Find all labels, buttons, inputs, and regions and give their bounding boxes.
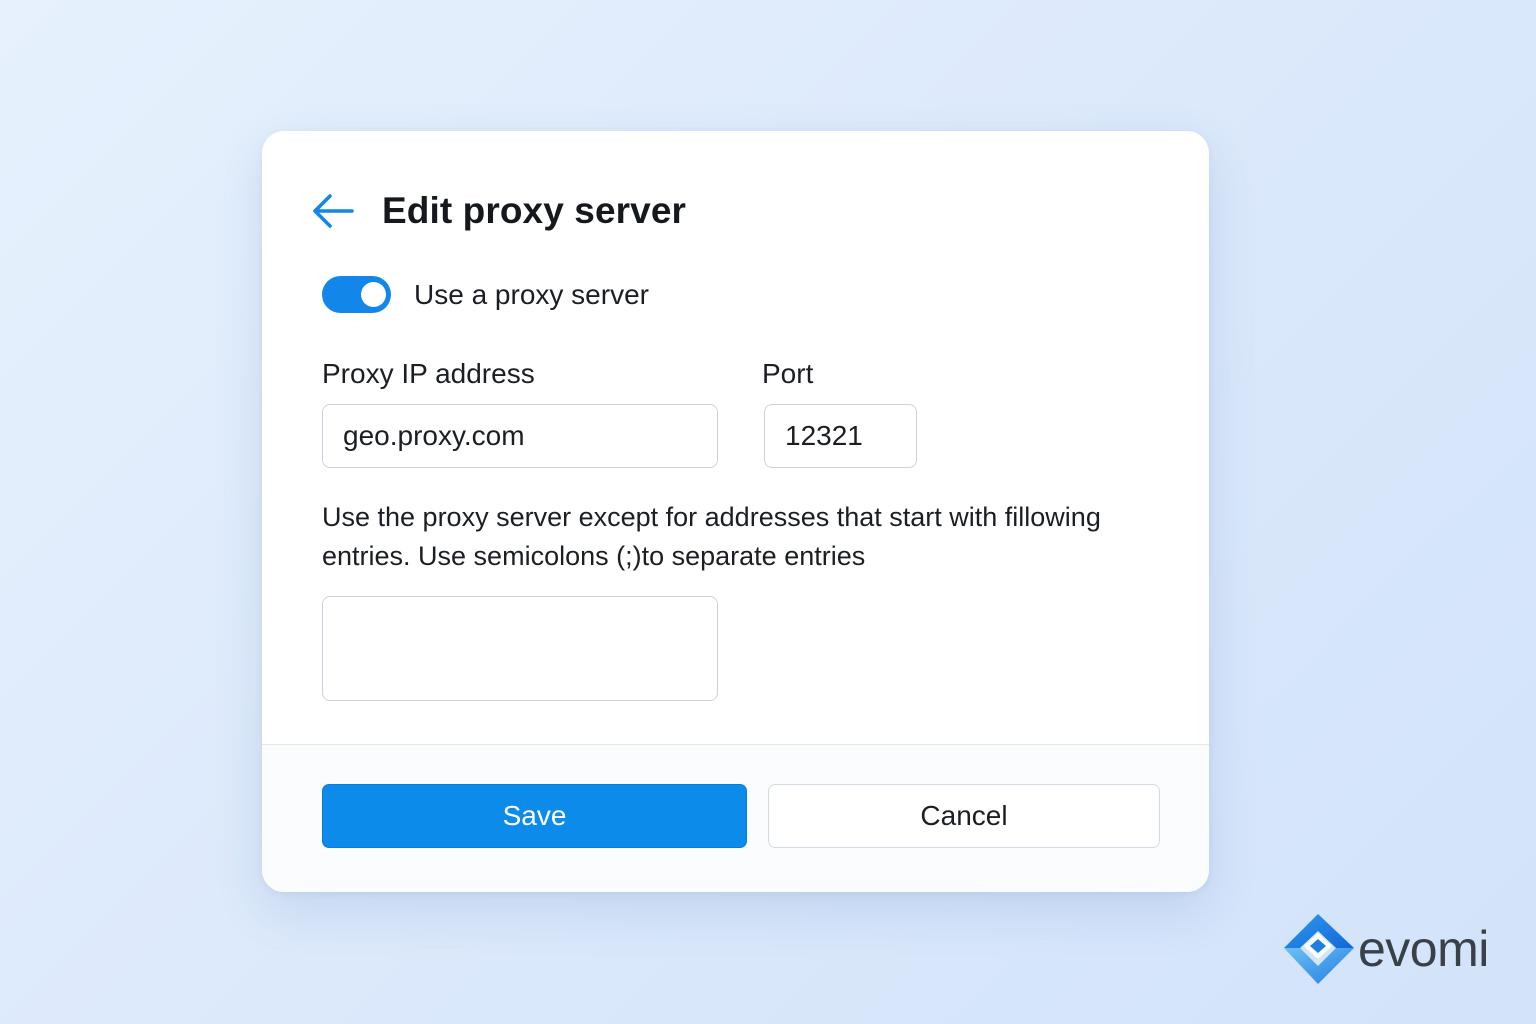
logo-text: evomi xyxy=(1358,921,1489,977)
edit-proxy-dialog: Edit proxy server Use a proxy server Pro… xyxy=(262,131,1209,892)
use-proxy-toggle[interactable] xyxy=(322,276,391,313)
toggle-knob xyxy=(361,282,386,307)
proxy-ip-label: Proxy IP address xyxy=(322,358,535,389)
page-title: Edit proxy server xyxy=(382,190,687,231)
evomi-logo: evomi xyxy=(1280,912,1489,986)
use-proxy-label: Use a proxy server xyxy=(414,278,649,310)
dialog-header: Edit proxy server xyxy=(310,185,686,237)
proxy-ip-input[interactable] xyxy=(322,404,718,468)
evomi-logo-mark-icon xyxy=(1284,914,1354,984)
save-button[interactable]: Save xyxy=(322,784,747,848)
back-button[interactable] xyxy=(310,187,358,235)
port-input[interactable] xyxy=(764,404,917,468)
port-label: Port xyxy=(762,358,814,389)
exceptions-help-text: Use the proxy server except for addresse… xyxy=(322,502,1101,571)
cancel-button[interactable]: Cancel xyxy=(768,784,1160,848)
arrow-left-icon xyxy=(313,194,354,228)
exceptions-textarea[interactable] xyxy=(322,596,718,701)
proxy-toggle-row: Use a proxy server xyxy=(322,276,649,313)
